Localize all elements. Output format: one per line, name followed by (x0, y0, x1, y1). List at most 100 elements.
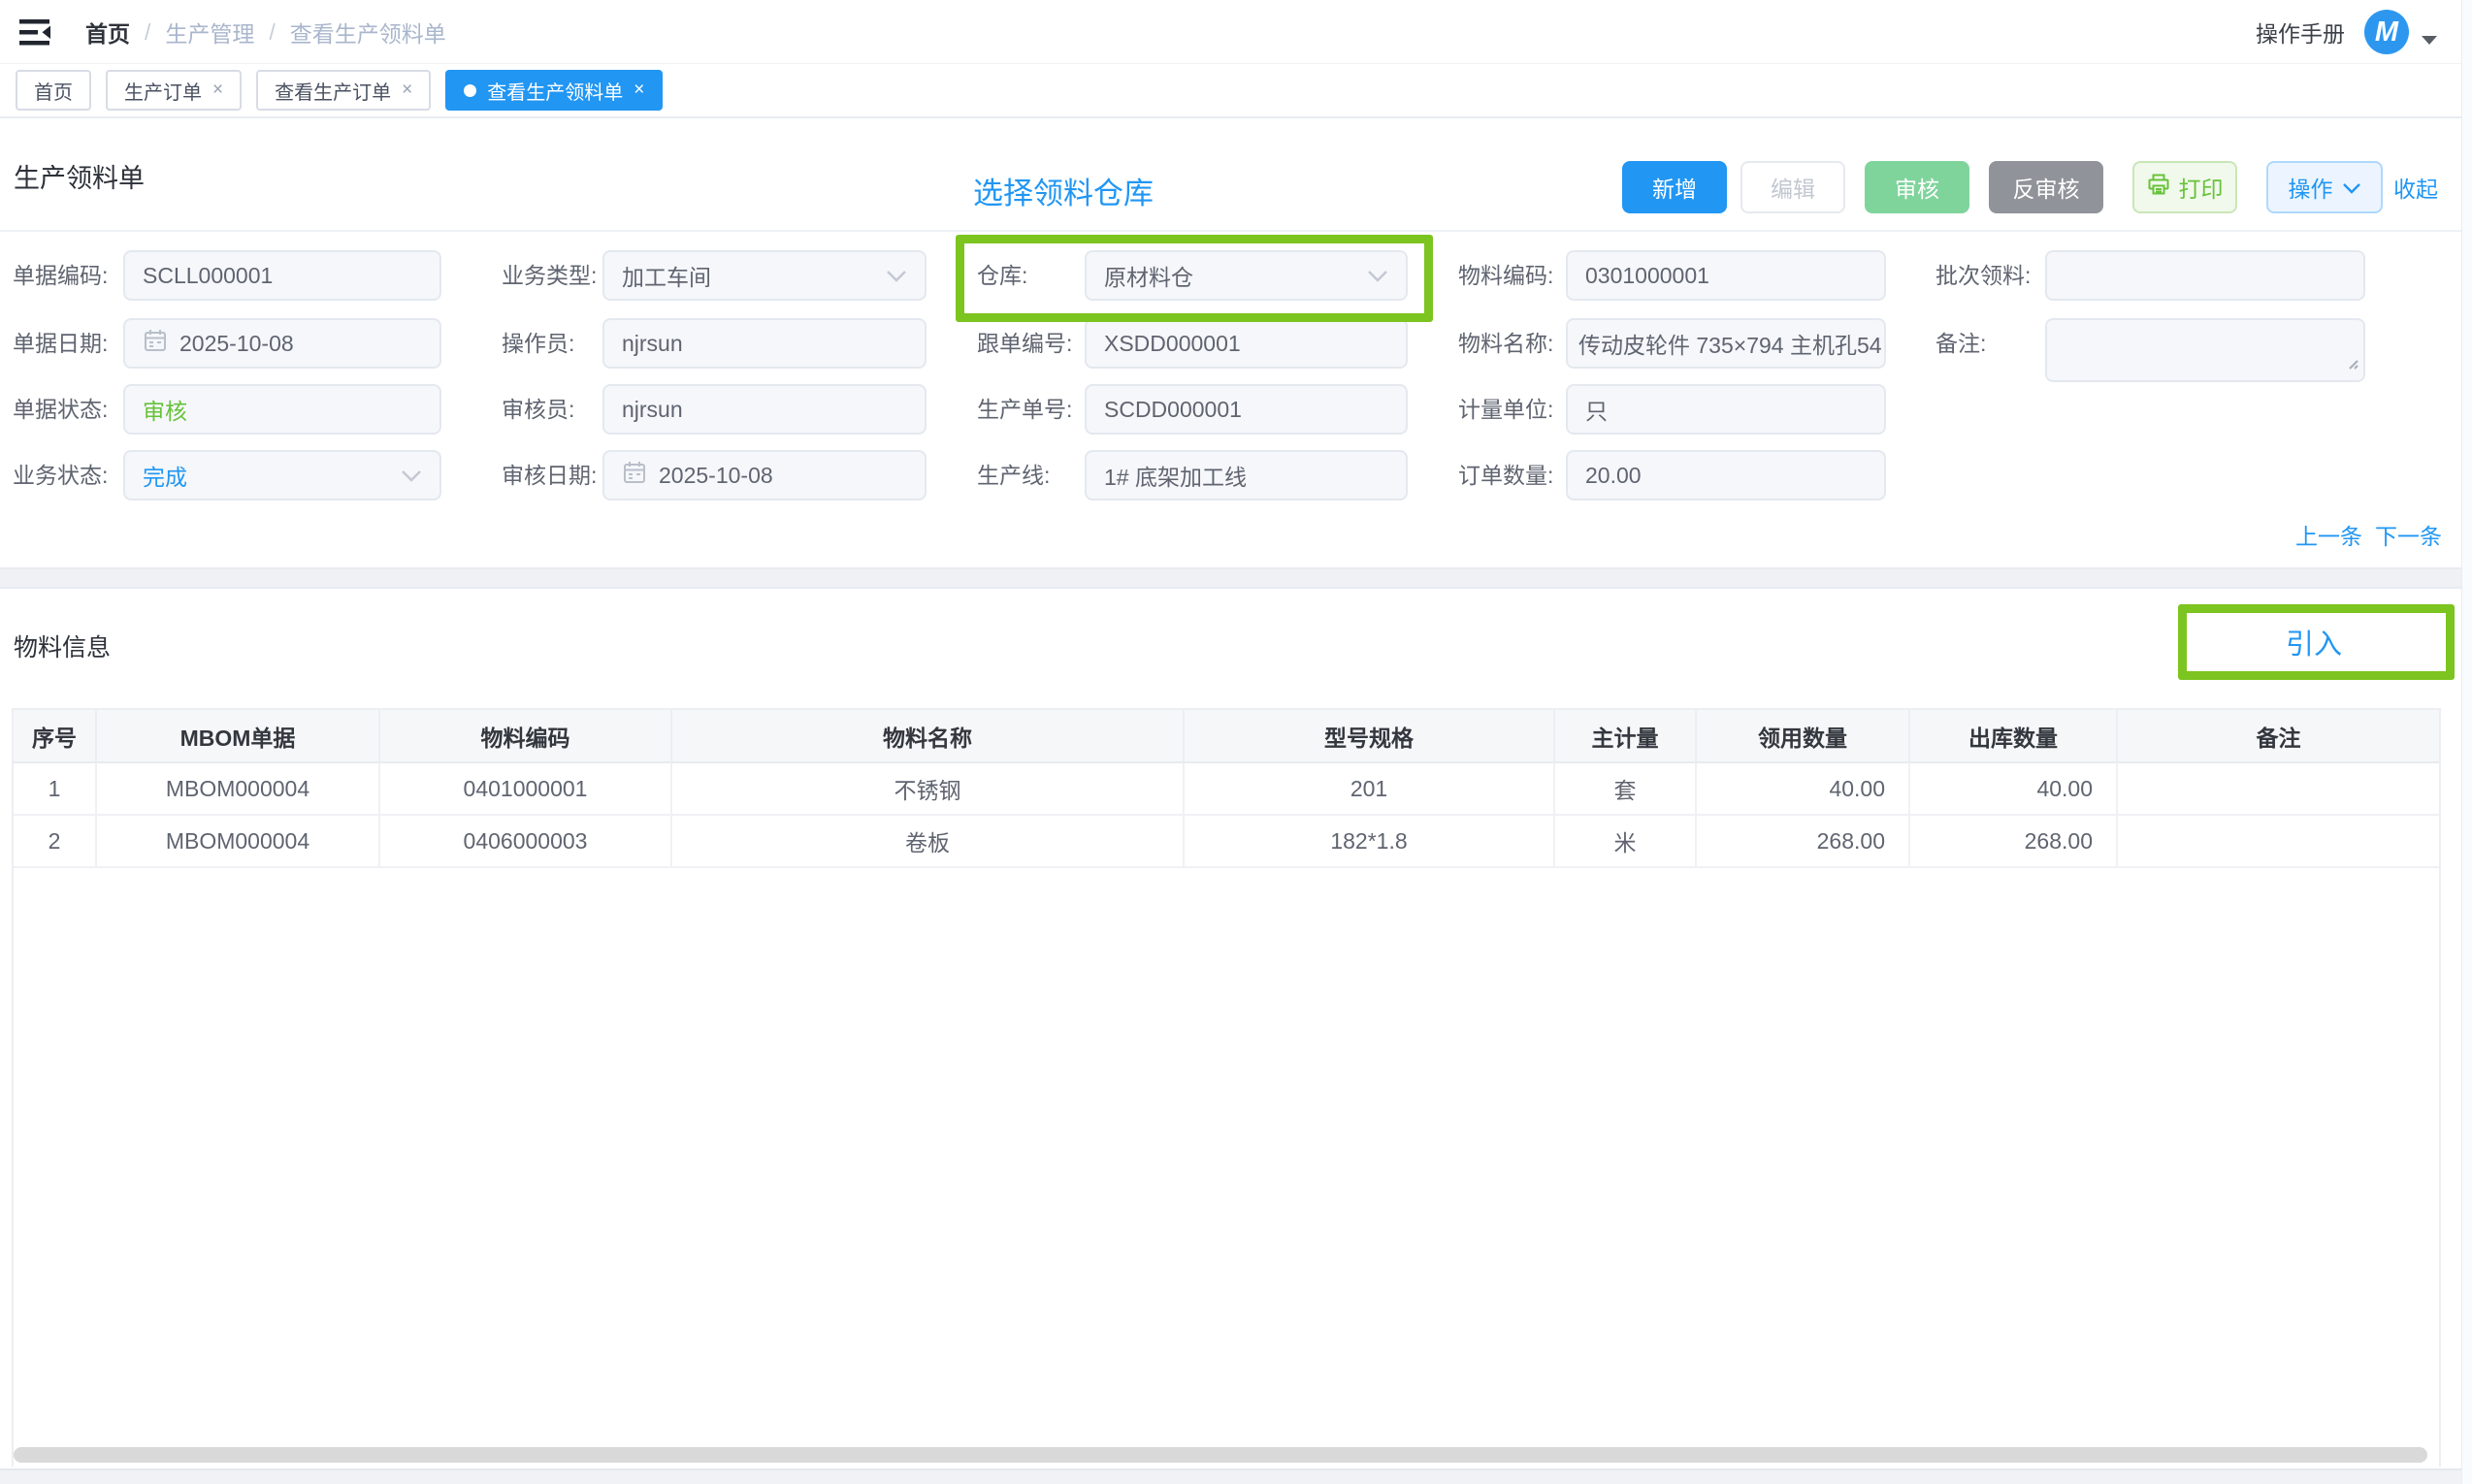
tab-close-icon[interactable]: × (634, 80, 644, 101)
audit-button[interactable]: 审核 (1865, 161, 1969, 213)
cell-seq: 1 (14, 763, 97, 816)
chevron-down-icon (401, 463, 422, 489)
tab-close-icon[interactable]: × (212, 80, 223, 101)
tab-label: 查看生产领料单 (487, 77, 623, 105)
page-title: 生产领料单 (14, 157, 145, 195)
col-header-remark: 备注 (2118, 710, 2439, 763)
auditor-label: 审核员: (502, 384, 574, 435)
horizontal-scrollbar[interactable] (14, 1447, 2427, 1463)
edit-button[interactable]: 编辑 (1740, 161, 1845, 213)
tab-home[interactable]: 首页 (16, 70, 91, 111)
avatar[interactable]: M (2364, 10, 2409, 54)
cell-material-name: 卷板 (672, 816, 1185, 868)
prod-order-value: SCDD000001 (1104, 397, 1242, 423)
next-record-link[interactable]: 下一条 (2375, 518, 2442, 551)
add-button[interactable]: 新增 (1622, 161, 1727, 213)
breadcrumb-separator: / (145, 19, 150, 46)
tab-view-production-order[interactable]: 查看生产订单 × (256, 70, 431, 111)
order-qty-field[interactable]: 20.00 (1566, 450, 1886, 500)
prod-order-label: 生产单号: (977, 384, 1072, 435)
operator-label: 操作员: (502, 318, 574, 369)
table-row[interactable]: 2 MBOM000004 0406000003 卷板 182*1.8 米 268… (14, 816, 2439, 868)
doc-code-value: SCLL000001 (143, 263, 273, 289)
cell-outbound-qty: 268.00 (1910, 816, 2118, 868)
auditor-field[interactable]: njrsun (602, 384, 927, 435)
breadcrumb-production-management[interactable]: 生产管理 (165, 16, 254, 48)
table-row[interactable]: 1 MBOM000004 0401000001 不锈钢 201 套 40.00 … (14, 763, 2439, 816)
warehouse-label: 仓库: (977, 250, 1027, 301)
cell-requisition-qty: 40.00 (1697, 763, 1910, 816)
material-name-field[interactable]: 传动皮轮件 735×794 主机孔54 (1566, 318, 1886, 369)
doc-status-field[interactable]: 审核 (123, 384, 441, 435)
unit-label: 计量单位: (1458, 384, 1553, 435)
breadcrumb-home[interactable]: 首页 (85, 16, 130, 48)
calendar-icon (622, 460, 647, 491)
cell-material-code: 0406000003 (380, 816, 672, 868)
doc-code-label: 单据编码: (13, 250, 108, 301)
prod-order-field[interactable]: SCDD000001 (1085, 384, 1408, 435)
prod-line-value: 1# 底架加工线 (1104, 459, 1247, 492)
col-header-requisition-qty: 领用数量 (1697, 710, 1910, 763)
follow-no-value: XSDD000001 (1104, 331, 1241, 357)
operator-value: njrsun (622, 331, 683, 357)
operator-field[interactable]: njrsun (602, 318, 927, 369)
biz-type-value: 加工车间 (622, 259, 711, 292)
tab-close-icon[interactable]: × (402, 80, 412, 101)
divider (0, 230, 2472, 232)
collapse-panel-link[interactable]: 收起 (2393, 161, 2438, 213)
biz-type-select[interactable]: 加工车间 (602, 250, 927, 301)
cell-unit: 套 (1555, 763, 1697, 816)
sidebar-collapse-icon[interactable] (17, 16, 54, 48)
page: 首页 / 生产管理 / 查看生产领料单 操作手册 M 首页 生产订单 × 查看生… (0, 0, 2472, 1484)
print-button-label: 打印 (2179, 171, 2224, 204)
unit-field[interactable]: 只 (1566, 384, 1886, 435)
audit-date-value: 2025-10-08 (659, 463, 773, 489)
col-header-mbom: MBOM单据 (97, 710, 380, 763)
prev-record-link[interactable]: 上一条 (2295, 518, 2362, 551)
doc-code-field[interactable]: SCLL000001 (123, 250, 441, 301)
col-header-material-code: 物料编码 (380, 710, 672, 763)
warehouse-select[interactable]: 原材料仓 (1085, 250, 1408, 301)
resize-handle-icon[interactable] (2344, 350, 2359, 376)
batch-pick-label: 批次领料: (1935, 250, 2031, 301)
tab-label: 生产订单 (124, 77, 202, 105)
biz-status-select[interactable]: 完成 (123, 450, 441, 500)
vertical-scrollbar-track[interactable] (2461, 0, 2472, 1484)
cell-seq: 2 (14, 816, 97, 868)
topbar: 首页 / 生产管理 / 查看生产领料单 操作手册 M (0, 0, 2472, 64)
cell-requisition-qty: 268.00 (1697, 816, 1910, 868)
follow-no-field[interactable]: XSDD000001 (1085, 318, 1408, 369)
cell-mbom: MBOM000004 (97, 763, 380, 816)
tab-production-order[interactable]: 生产订单 × (106, 70, 242, 111)
prod-line-field[interactable]: 1# 底架加工线 (1085, 450, 1408, 500)
actions-button-label: 操作 (2289, 171, 2333, 204)
doc-status-label: 单据状态: (13, 384, 108, 435)
audit-date-field[interactable]: 2025-10-08 (602, 450, 927, 500)
cell-spec: 182*1.8 (1185, 816, 1555, 868)
remark-textarea[interactable] (2045, 318, 2365, 382)
cell-remark (2118, 816, 2439, 868)
order-qty-value: 20.00 (1585, 463, 1642, 489)
cell-unit: 米 (1555, 816, 1697, 868)
active-tab-dot-icon (464, 84, 476, 97)
doc-date-value: 2025-10-08 (179, 331, 294, 357)
material-code-field[interactable]: 0301000001 (1566, 250, 1886, 301)
chevron-down-icon (1367, 263, 1388, 289)
batch-pick-field[interactable] (2045, 250, 2365, 301)
materials-section-title: 物料信息 (14, 629, 111, 663)
avatar-caret-down-icon[interactable] (2422, 36, 2437, 45)
col-header-outbound-qty: 出库数量 (1910, 710, 2118, 763)
cell-outbound-qty: 40.00 (1910, 763, 2118, 816)
chevron-down-icon (2342, 175, 2361, 201)
manual-link[interactable]: 操作手册 (2256, 0, 2345, 64)
actions-dropdown-button[interactable]: 操作 (2266, 161, 2383, 213)
import-button[interactable]: 引入 (2187, 612, 2441, 672)
doc-date-field[interactable]: 2025-10-08 (123, 318, 441, 369)
section-separator (0, 567, 2472, 589)
print-button[interactable]: 打印 (2132, 161, 2237, 213)
biz-type-label: 业务类型: (502, 250, 597, 301)
col-header-seq: 序号 (14, 710, 97, 763)
cell-material-code: 0401000001 (380, 763, 672, 816)
unaudit-button[interactable]: 反审核 (1989, 161, 2103, 213)
tab-view-material-requisition[interactable]: 查看生产领料单 × (445, 70, 663, 111)
